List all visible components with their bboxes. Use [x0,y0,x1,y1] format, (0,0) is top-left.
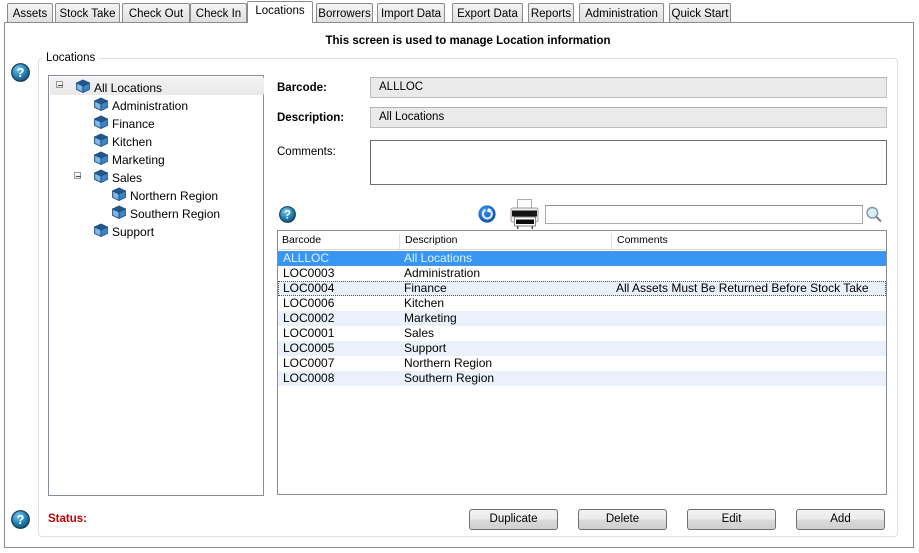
svg-text:?: ? [17,65,25,80]
svg-text:?: ? [17,512,25,527]
svg-text:?: ? [284,209,291,222]
